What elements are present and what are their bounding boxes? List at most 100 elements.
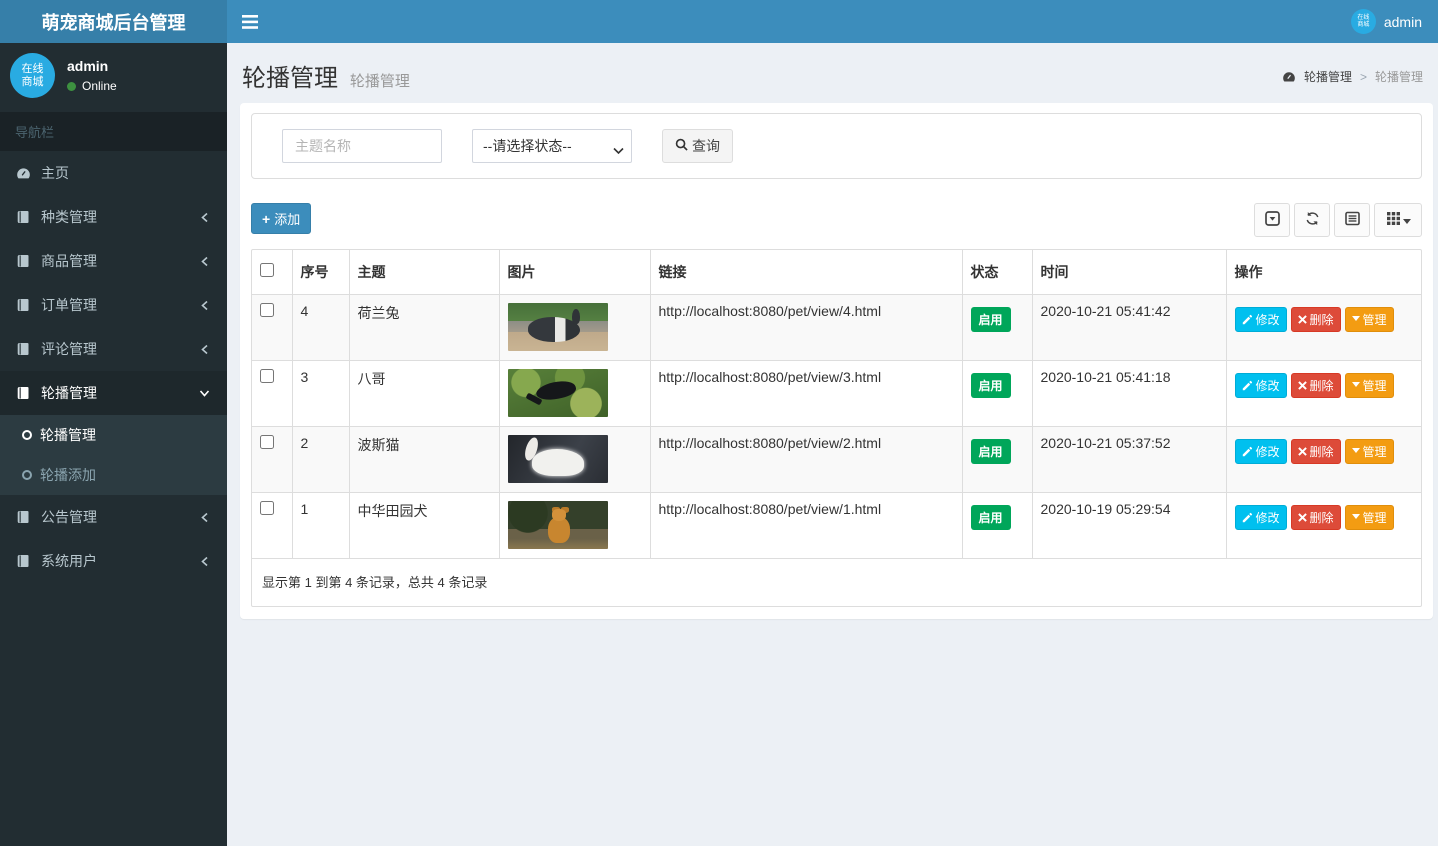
navbar-user-menu[interactable]: 在线 商城 admin: [1335, 0, 1438, 43]
row-image: [507, 500, 608, 549]
sidebar-item-orders[interactable]: 订单管理: [0, 283, 227, 327]
search-panel: --请选择状态-- 查询: [251, 113, 1422, 179]
search-icon: [675, 138, 688, 154]
book-icon: [15, 342, 31, 356]
circle-o-icon: [22, 470, 32, 480]
edit-button[interactable]: 修改: [1234, 306, 1287, 332]
chevron-left-icon: [196, 556, 212, 567]
chevron-left-icon: [196, 300, 212, 311]
column-header-link: 链接: [649, 250, 962, 295]
row-theme: 八哥: [348, 360, 499, 427]
caret-down-icon: [1402, 213, 1411, 228]
sidebar-item-notice[interactable]: 公告管理: [0, 495, 227, 539]
row-checkbox[interactable]: [260, 302, 274, 317]
delete-button[interactable]: 删除: [1290, 372, 1341, 398]
table-row: 3 八哥 http://localhost:8080/pet/view/3.ht…: [252, 360, 1421, 427]
sidebar-item-comments[interactable]: 评论管理: [0, 327, 227, 371]
content-area: 轮播管理 轮播管理 轮播管理 > 轮播管理 --请选择状态--: [227, 43, 1438, 846]
column-header-time: 时间: [1031, 250, 1226, 295]
chevron-left-icon: [196, 344, 212, 355]
sidebar-item-category[interactable]: 种类管理: [0, 195, 227, 239]
avatar: 在线 商城: [10, 53, 55, 98]
refresh-button[interactable]: [1294, 203, 1330, 237]
query-button[interactable]: 查询: [662, 129, 733, 163]
sidebar-item-system-users[interactable]: 系统用户: [0, 539, 227, 583]
dashboard-icon: [15, 167, 31, 180]
book-icon: [15, 510, 31, 524]
refresh-icon: [1305, 211, 1320, 229]
column-header-status: 状态: [961, 250, 1032, 295]
manage-button[interactable]: 管理: [1344, 306, 1394, 332]
edit-button[interactable]: 修改: [1234, 438, 1287, 464]
sidebar-section-label: 导航栏: [0, 112, 227, 151]
row-theme: 荷兰兔: [348, 294, 499, 361]
pagination-toggle-button[interactable]: [1254, 203, 1290, 237]
chevron-left-icon: [196, 512, 212, 523]
row-image: [507, 434, 608, 483]
online-dot-icon: [67, 81, 76, 91]
row-image: [507, 302, 608, 351]
sidebar-username: admin: [67, 58, 109, 74]
row-link: http://localhost:8080/pet/view/3.html: [649, 360, 962, 427]
main-box: --请选择状态-- 查询 + 添加: [240, 103, 1433, 619]
status-badge: 启用: [970, 504, 1011, 530]
row-time: 2020-10-21 05:41:18: [1031, 360, 1226, 427]
manage-button[interactable]: 管理: [1344, 372, 1394, 398]
columns-dropdown-button[interactable]: [1374, 203, 1422, 237]
table-row: 2 波斯猫 http://localhost:8080/pet/view/2.h…: [252, 426, 1421, 493]
breadcrumb-current: 轮播管理: [1374, 70, 1423, 84]
pagination-summary: 显示第 1 到第 4 条记录，总共 4 条记录: [262, 574, 488, 590]
theme-name-input[interactable]: [282, 129, 442, 163]
edit-button[interactable]: 修改: [1234, 372, 1287, 398]
app-logo[interactable]: 萌宠商城后台管理: [0, 0, 227, 43]
status-select[interactable]: --请选择状态--: [472, 129, 632, 163]
chevron-left-icon: [196, 256, 212, 267]
table-tool-buttons: [1254, 203, 1422, 237]
column-header-theme: 主题: [348, 250, 499, 295]
column-header-id: 序号: [291, 250, 349, 295]
breadcrumb-home[interactable]: 轮播管理: [1304, 68, 1352, 85]
delete-button[interactable]: 删除: [1290, 306, 1341, 332]
manage-button[interactable]: 管理: [1344, 504, 1394, 530]
manage-button[interactable]: 管理: [1344, 438, 1394, 464]
row-link: http://localhost:8080/pet/view/1.html: [649, 492, 962, 559]
sidebar-item-goods[interactable]: 商品管理: [0, 239, 227, 283]
sidebar-item-home[interactable]: 主页: [0, 151, 227, 195]
dashboard-icon: [1282, 70, 1296, 84]
sidebar: 在线 商城 admin Online 导航栏 主页 种类管理 商品管理 订单管理…: [0, 43, 227, 846]
row-checkbox[interactable]: [260, 434, 274, 449]
submenu-item-carousel-manage[interactable]: 轮播管理: [0, 415, 227, 455]
row-link: http://localhost:8080/pet/view/4.html: [649, 294, 962, 361]
row-time: 2020-10-21 05:37:52: [1031, 426, 1226, 493]
sidebar-item-carousel[interactable]: 轮播管理: [0, 371, 227, 415]
page-title: 轮播管理: [242, 65, 338, 92]
table-row: 4 荷兰兔 http://localhost:8080/pet/view/4.h…: [252, 294, 1421, 361]
detail-view-button[interactable]: [1334, 203, 1370, 237]
row-image: [507, 368, 608, 417]
row-id: 2: [291, 426, 349, 493]
row-theme: 中华田园犬: [348, 492, 499, 559]
edit-button[interactable]: 修改: [1234, 504, 1287, 530]
columns-grid-icon: [1386, 211, 1401, 229]
book-icon: [15, 254, 31, 268]
detail-view-icon: [1344, 211, 1360, 229]
user-status: Online: [67, 79, 117, 93]
sidebar-toggle-button[interactable]: [227, 0, 272, 43]
add-button[interactable]: + 添加: [251, 203, 312, 234]
table-toolbar: + 添加: [251, 203, 1422, 237]
delete-button[interactable]: 删除: [1290, 438, 1341, 464]
row-checkbox[interactable]: [260, 368, 274, 383]
submenu-item-carousel-add[interactable]: 轮播添加: [0, 455, 227, 495]
status-badge: 启用: [970, 438, 1011, 464]
top-navbar: 萌宠商城后台管理 在线 商城 admin: [0, 0, 1438, 43]
carousel-table-container: 序号 主题 图片 链接 状态 时间 操作 4 荷兰兔 http://localh…: [251, 249, 1422, 607]
select-all-checkbox[interactable]: [260, 263, 274, 278]
status-badge: 启用: [970, 306, 1011, 332]
delete-button[interactable]: 删除: [1290, 504, 1341, 530]
row-checkbox[interactable]: [260, 500, 274, 515]
content-header: 轮播管理 轮播管理 轮播管理 > 轮播管理: [227, 43, 1438, 103]
caret-square-down-icon: [1264, 211, 1280, 229]
chevron-down-icon: [196, 389, 212, 398]
row-theme: 波斯猫: [348, 426, 499, 493]
plus-icon: +: [262, 210, 271, 227]
